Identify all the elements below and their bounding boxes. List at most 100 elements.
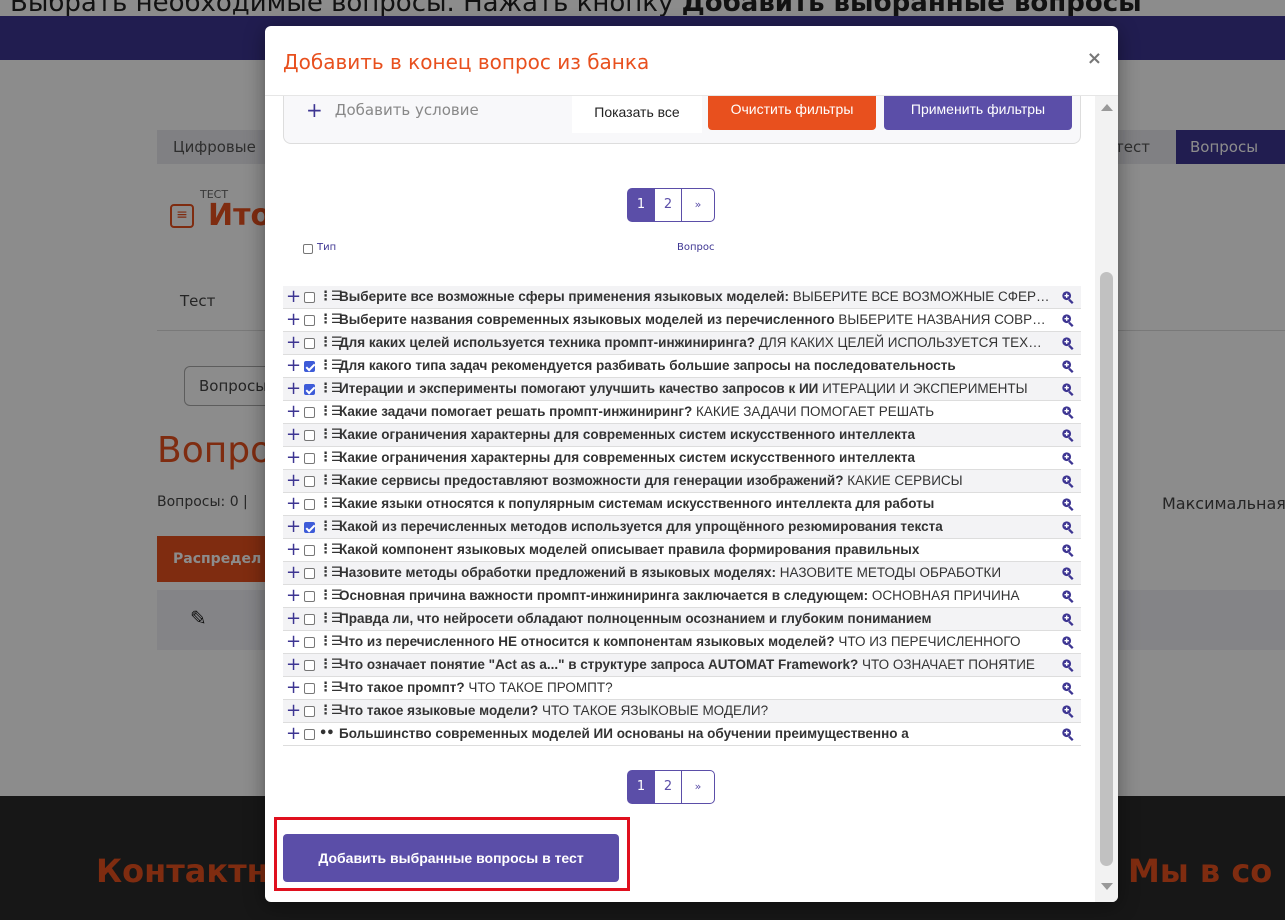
question-checkbox[interactable] (304, 614, 315, 625)
question-checkbox[interactable] (304, 361, 315, 372)
question-checkbox[interactable] (304, 453, 315, 464)
add-selected-questions-button[interactable]: Добавить выбранные вопросы в тест (283, 834, 619, 882)
question-checkbox[interactable] (304, 292, 315, 303)
question-checkbox[interactable] (304, 706, 315, 717)
question-checkbox[interactable] (304, 683, 315, 694)
question-row[interactable]: + ⋮☰ Какой из перечисленных методов исполь… (283, 516, 1081, 539)
question-checkbox[interactable] (304, 430, 315, 441)
question-checkbox[interactable] (304, 338, 315, 349)
question-checkbox[interactable] (304, 660, 315, 671)
question-row[interactable]: + ⋮☰ Что из перечисленного НЕ относится к … (283, 631, 1081, 654)
zoom-in-icon[interactable] (1061, 566, 1075, 580)
clear-filters-button[interactable]: Очистить фильтры (708, 96, 876, 130)
question-checkbox[interactable] (304, 315, 315, 326)
question-checkbox[interactable] (304, 729, 315, 740)
zoom-in-icon[interactable] (1061, 727, 1075, 741)
question-row[interactable]: + ⋮☰ Выберите все возможные сферы применен… (283, 286, 1081, 309)
question-checkbox[interactable] (304, 568, 315, 579)
question-row[interactable]: + ⋮☰ Правда ли, что нейросети обладают пол… (283, 608, 1081, 631)
add-question-plus-icon[interactable]: + (286, 608, 301, 630)
question-row[interactable]: + •• Большинство современных моделей ИИ ос… (283, 723, 1081, 746)
question-row[interactable]: + ⋮☰ Назовите методы обработки предложений… (283, 562, 1081, 585)
scroll-up-arrow-icon[interactable] (1101, 104, 1113, 111)
add-question-plus-icon[interactable]: + (286, 516, 301, 538)
add-question-plus-icon[interactable]: + (286, 424, 301, 446)
add-question-plus-icon[interactable]: + (286, 309, 301, 331)
modal-scrollbar[interactable] (1095, 96, 1118, 902)
add-question-plus-icon[interactable]: + (286, 700, 301, 722)
question-row[interactable]: + ⋮☰ Выберите названия современных языковы… (283, 309, 1081, 332)
zoom-in-icon[interactable] (1061, 474, 1075, 488)
question-row[interactable]: + ⋮☰ Какие задачи помогает решать промпт-и… (283, 401, 1081, 424)
question-row[interactable]: + ⋮☰ Для какого типа задач рекомендуется р… (283, 355, 1081, 378)
zoom-in-icon[interactable] (1061, 428, 1075, 442)
add-question-plus-icon[interactable]: + (286, 332, 301, 354)
add-question-plus-icon[interactable]: + (286, 654, 301, 676)
apply-filters-button[interactable]: Применить фильтры (884, 96, 1072, 130)
add-question-plus-icon[interactable]: + (286, 723, 301, 745)
zoom-in-icon[interactable] (1061, 359, 1075, 373)
scroll-thumb[interactable] (1100, 272, 1113, 866)
zoom-in-icon[interactable] (1061, 497, 1075, 511)
add-question-plus-icon[interactable]: + (286, 470, 301, 492)
zoom-in-icon[interactable] (1061, 589, 1075, 603)
add-question-plus-icon[interactable]: + (286, 401, 301, 423)
column-question[interactable]: Вопрос (677, 242, 714, 253)
next-page-button[interactable]: » (681, 188, 715, 222)
zoom-in-icon[interactable] (1061, 704, 1075, 718)
next-page-button[interactable]: » (681, 770, 715, 804)
add-question-plus-icon[interactable]: + (286, 493, 301, 515)
close-icon[interactable]: × (1087, 48, 1102, 69)
question-checkbox[interactable] (304, 522, 315, 533)
page-1-button[interactable]: 1 (627, 770, 655, 804)
question-checkbox[interactable] (304, 407, 315, 418)
question-checkbox[interactable] (304, 476, 315, 487)
zoom-in-icon[interactable] (1061, 313, 1075, 327)
zoom-in-icon[interactable] (1061, 658, 1075, 672)
show-all-button[interactable]: Показать все (572, 96, 702, 133)
add-question-plus-icon[interactable]: + (286, 447, 301, 469)
scroll-down-arrow-icon[interactable] (1101, 883, 1113, 890)
add-question-plus-icon[interactable]: + (286, 677, 301, 699)
zoom-in-icon[interactable] (1061, 612, 1075, 626)
question-row[interactable]: + ⋮☰ Основная причина важности промпт-инжи… (283, 585, 1081, 608)
question-row[interactable]: + ⋮☰ Что такое промпт? ЧТО ТАКОЕ ПРОМПТ? (283, 677, 1081, 700)
select-all-checkbox[interactable] (303, 244, 313, 254)
question-row[interactable]: + ⋮☰ Что означает понятие "Act as a..." в … (283, 654, 1081, 677)
column-type[interactable]: Тип (317, 242, 336, 253)
question-row[interactable]: + ⋮☰ Какой компонент языковых моделей опис… (283, 539, 1081, 562)
add-question-plus-icon[interactable]: + (286, 286, 301, 308)
zoom-in-icon[interactable] (1061, 290, 1075, 304)
add-question-plus-icon[interactable]: + (286, 539, 301, 561)
zoom-in-icon[interactable] (1061, 520, 1075, 534)
question-checkbox[interactable] (304, 545, 315, 556)
add-condition-button[interactable]: + Добавить условие (306, 98, 479, 122)
add-question-plus-icon[interactable]: + (286, 631, 301, 653)
add-question-plus-icon[interactable]: + (286, 355, 301, 377)
question-row[interactable]: + ⋮☰ Какие ограничения характерны для совр… (283, 424, 1081, 447)
add-question-plus-icon[interactable]: + (286, 585, 301, 607)
question-checkbox[interactable] (304, 591, 315, 602)
question-preview: ДЛЯ КАКИХ ЦЕЛЕЙ ИСПОЛЬЗУЕТСЯ ТЕХНИКА (758, 335, 1051, 350)
question-row[interactable]: + ⋮☰ Итерации и эксперименты помогают улуч… (283, 378, 1081, 401)
page-1-button[interactable]: 1 (627, 188, 655, 222)
zoom-in-icon[interactable] (1061, 382, 1075, 396)
question-checkbox[interactable] (304, 499, 315, 510)
question-row[interactable]: + ⋮☰ Что такое языковые модели? ЧТО ТАКОЕ … (283, 700, 1081, 723)
page-2-button[interactable]: 2 (654, 770, 682, 804)
question-row[interactable]: + ⋮☰ Для каких целей используется техника … (283, 332, 1081, 355)
add-question-plus-icon[interactable]: + (286, 378, 301, 400)
zoom-in-icon[interactable] (1061, 543, 1075, 557)
add-question-plus-icon[interactable]: + (286, 562, 301, 584)
zoom-in-icon[interactable] (1061, 336, 1075, 350)
zoom-in-icon[interactable] (1061, 681, 1075, 695)
question-checkbox[interactable] (304, 384, 315, 395)
question-row[interactable]: + ⋮☰ Какие ограничения характерны для совр… (283, 447, 1081, 470)
zoom-in-icon[interactable] (1061, 635, 1075, 649)
question-row[interactable]: + ⋮☰ Какие языки относятся к популярным си… (283, 493, 1081, 516)
page-2-button[interactable]: 2 (654, 188, 682, 222)
question-row[interactable]: + ⋮☰ Какие сервисы предоставляют возможнос… (283, 470, 1081, 493)
question-checkbox[interactable] (304, 637, 315, 648)
zoom-in-icon[interactable] (1061, 451, 1075, 465)
zoom-in-icon[interactable] (1061, 405, 1075, 419)
